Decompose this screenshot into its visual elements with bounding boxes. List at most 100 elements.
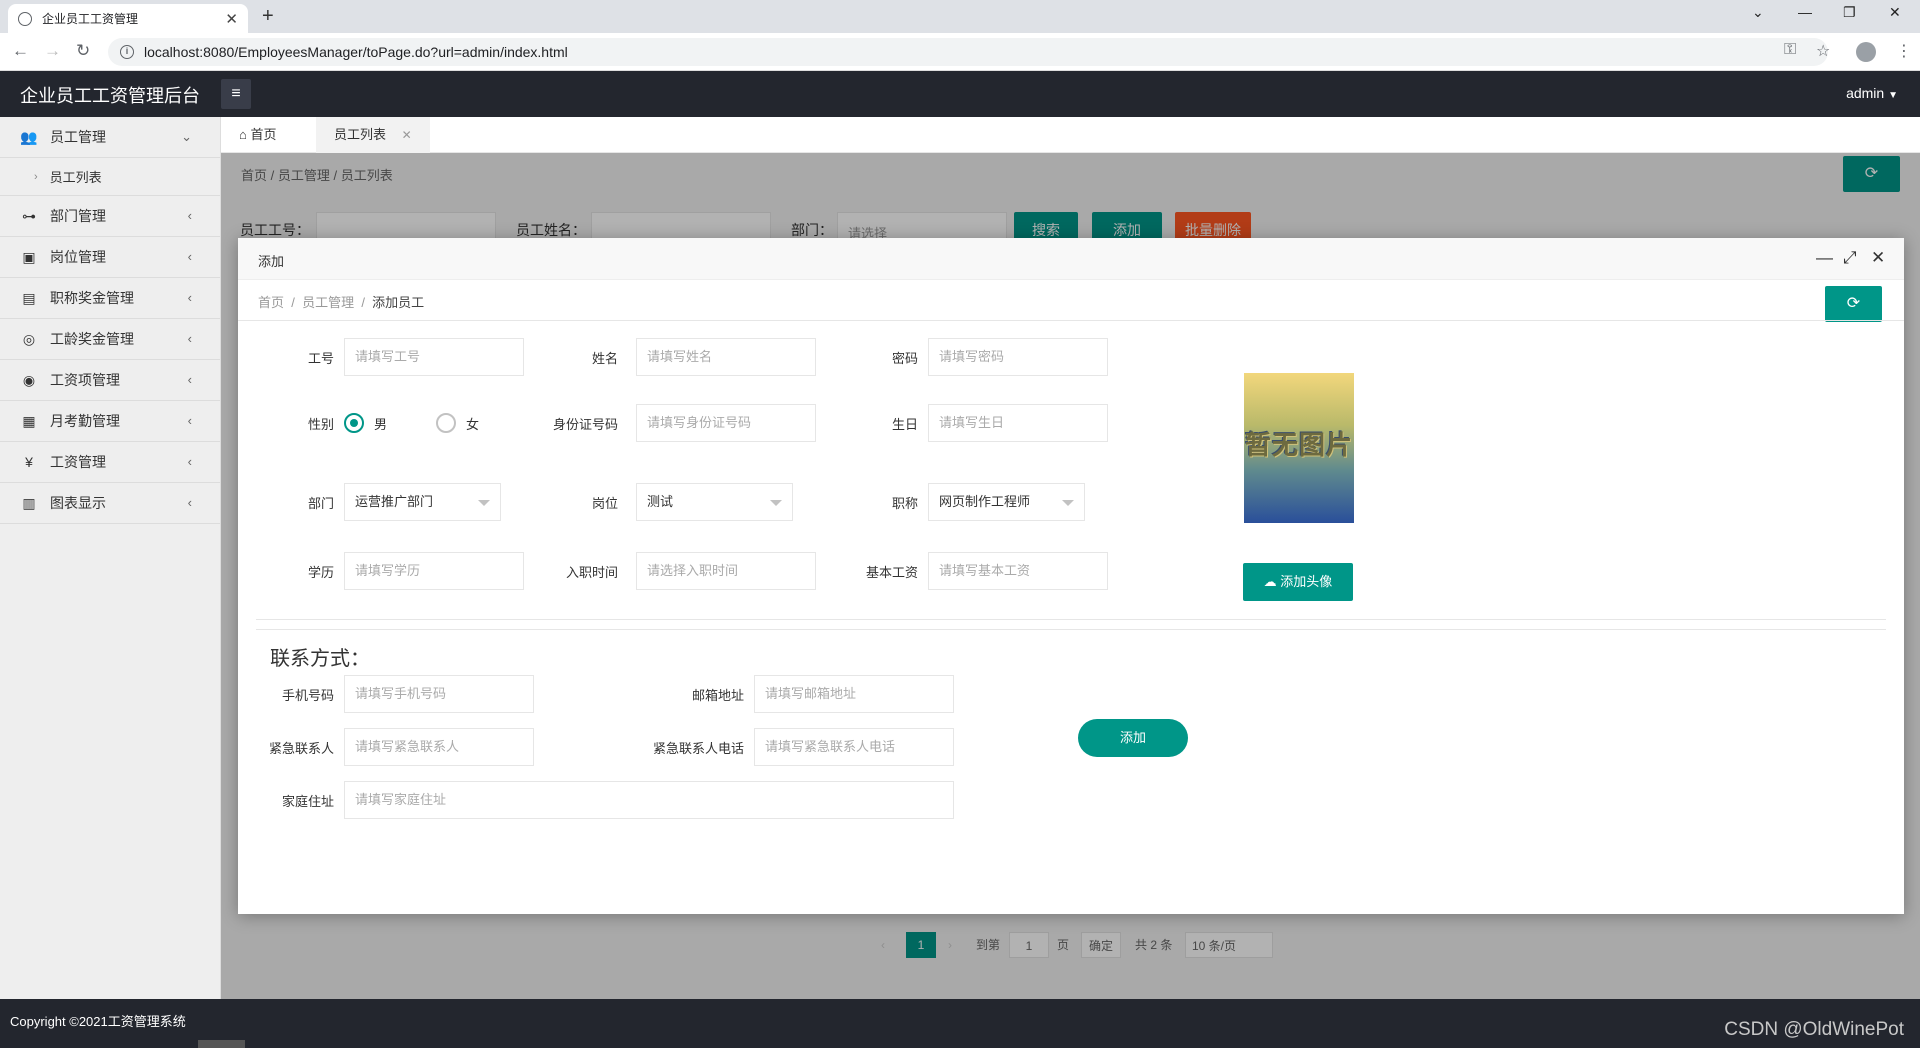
url-input[interactable]: i localhost:8080/EmployeesManager/toPage… — [108, 38, 1828, 66]
hire-date-label: 入职时间 — [565, 565, 618, 580]
hamburger-menu-icon[interactable]: ≡ — [221, 79, 251, 109]
sidebar-item-seniority-bonus[interactable]: ◎ 工龄奖金管理 ‹ — [0, 319, 220, 360]
sidebar-item-label: 岗位管理 — [50, 249, 106, 265]
close-icon[interactable]: ✕ — [1871, 248, 1885, 268]
title-select-value: 网页制作工程师 — [939, 494, 1031, 509]
bar-chart-icon: ▥ — [22, 494, 36, 511]
maximize-icon[interactable]: ⤢ — [1843, 248, 1857, 268]
gender-female-radio[interactable]: 女 — [436, 413, 479, 433]
sidebar-item-employee[interactable]: 👥 员工管理 ⌄ — [0, 117, 220, 158]
browser-tab[interactable]: 企业员工工资管理 ✕ — [8, 4, 248, 33]
reload-icon[interactable]: ↻ — [76, 41, 90, 61]
watermark: CSDN @OldWinePot — [1724, 1019, 1904, 1040]
caret-down-icon — [1062, 500, 1074, 506]
restore-icon[interactable]: ❐ — [1843, 4, 1856, 21]
chevron-left-icon: ‹ — [187, 413, 192, 428]
new-tab-icon[interactable]: + — [262, 5, 274, 28]
window-close-icon[interactable]: ✕ — [1889, 4, 1901, 21]
radio-checked-icon — [344, 413, 364, 433]
page-tabs: ⌂ 首页 员工列表 ✕ — [221, 117, 1920, 153]
sidebar-item-salary[interactable]: ¥ 工资管理 ‹ — [0, 442, 220, 483]
title-select[interactable]: 网页制作工程师 — [928, 483, 1085, 521]
coin-icon: ◉ — [22, 371, 36, 388]
browser-tab-strip: 企业员工工资管理 ✕ + ⌄ — ❐ ✕ — [0, 0, 1920, 33]
modal-header: 添加 — ⤢ ✕ — [238, 238, 1904, 280]
user-group-icon: 👥 — [20, 128, 38, 145]
browser-menu-icon[interactable]: ⋮ — [1896, 41, 1912, 61]
education-input[interactable]: 请填写学历 — [344, 552, 524, 590]
browser-tab-title: 企业员工工资管理 — [42, 12, 139, 26]
breadcrumb-item[interactable]: 员工管理 — [302, 295, 354, 310]
site-info-icon[interactable]: i — [120, 45, 134, 59]
contact-section-title: 联系方式： — [270, 648, 370, 670]
birthday-input[interactable]: 请填写生日 — [928, 404, 1108, 442]
avatar-placeholder-text: 暂无图片 — [1244, 430, 1353, 460]
bookmark-star-icon[interactable]: ☆ — [1816, 41, 1830, 61]
chevron-down-icon: ⌄ — [181, 129, 192, 144]
avatar-preview: 暂无图片 — [1244, 373, 1354, 523]
emergency-contact-input[interactable]: 请填写紧急联系人 — [344, 728, 534, 766]
money-icon: ¥ — [25, 454, 33, 470]
id-card-input[interactable]: 请填写身份证号码 — [636, 404, 816, 442]
minimize-icon[interactable]: — — [1816, 248, 1833, 268]
caret-down-icon — [770, 500, 782, 506]
sidebar-item-post[interactable]: ▣ 岗位管理 ‹ — [0, 237, 220, 278]
base-salary-input[interactable]: 请填写基本工资 — [928, 552, 1108, 590]
tab-search-icon[interactable]: ⌄ — [1752, 4, 1764, 21]
copyright: Copyright ©2021工资管理系统 — [10, 1014, 186, 1029]
sidebar-item-charts[interactable]: ▥ 图表显示 ‹ — [0, 483, 220, 524]
sidebar-item-label: 职称奖金管理 — [50, 290, 134, 306]
close-icon[interactable]: ✕ — [402, 128, 412, 142]
gender-male-radio[interactable]: 男 — [344, 413, 387, 433]
profile-avatar-icon[interactable] — [1856, 42, 1876, 62]
sidebar-subitem-employee-list[interactable]: › 员工列表 — [0, 158, 220, 196]
email-input[interactable]: 请填写邮箱地址 — [754, 675, 954, 713]
phone-input[interactable]: 请填写手机号码 — [344, 675, 534, 713]
key-icon[interactable]: ⚿ — [1784, 41, 1796, 59]
upload-avatar-label: 添加头像 — [1280, 574, 1333, 589]
back-icon[interactable]: ← — [12, 41, 29, 61]
sidebar-item-department[interactable]: ⊶ 部门管理 ‹ — [0, 196, 220, 237]
tab-home[interactable]: ⌂ 首页 — [221, 117, 295, 153]
name-input[interactable]: 请填写姓名 — [636, 338, 816, 376]
horizontal-scrollbar[interactable] — [198, 1040, 245, 1048]
home-icon: ⌂ — [239, 127, 247, 142]
tab-employee-list[interactable]: 员工列表 ✕ — [316, 117, 430, 153]
emp-no-input[interactable]: 请填写工号 — [344, 338, 524, 376]
password-input[interactable]: 请填写密码 — [928, 338, 1108, 376]
close-tab-icon[interactable]: ✕ — [225, 10, 238, 28]
tab-label: 员工列表 — [334, 127, 387, 142]
hire-date-input[interactable]: 请选择入职时间 — [636, 552, 816, 590]
address-input[interactable]: 请填写家庭住址 — [344, 781, 954, 819]
footer: Copyright ©2021工资管理系统 CSDN @OldWinePot — [0, 999, 1920, 1048]
refresh-button[interactable]: ⟳ — [1825, 286, 1882, 322]
password-label: 密码 — [891, 351, 918, 366]
org-chart-icon: ⊶ — [22, 207, 36, 224]
submit-add-button[interactable]: 添加 — [1078, 719, 1188, 757]
emergency-contact-label: 紧急联系人 — [268, 741, 334, 756]
minimize-icon[interactable]: — — [1798, 4, 1812, 20]
sidebar-item-label: 工资项管理 — [50, 372, 120, 388]
post-select[interactable]: 测试 — [636, 483, 793, 521]
sidebar: 👥 员工管理 ⌄ › 员工列表 ⊶ 部门管理 ‹ ▣ 岗位管理 ‹ ▤ 职称奖金… — [0, 117, 221, 999]
caret-down-icon: ▼ — [1888, 90, 1898, 101]
emergency-phone-input[interactable]: 请填写紧急联系人电话 — [754, 728, 954, 766]
upload-avatar-button[interactable]: ☁ 添加头像 — [1243, 563, 1353, 601]
chevron-left-icon: ‹ — [187, 208, 192, 223]
sidebar-item-title-bonus[interactable]: ▤ 职称奖金管理 ‹ — [0, 278, 220, 319]
post-select-value: 测试 — [647, 494, 674, 509]
base-salary-label: 基本工资 — [865, 565, 918, 580]
forward-icon[interactable]: → — [44, 41, 61, 61]
url-text: localhost:8080/EmployeesManager/toPage.d… — [144, 44, 568, 60]
sidebar-item-attendance[interactable]: ▦ 月考勤管理 ‹ — [0, 401, 220, 442]
id-card-label: 身份证号码 — [552, 417, 618, 432]
add-employee-modal: 添加 — ⤢ ✕ 首页 / 员工管理 / 添加员工 ⟳ 工号 请填写工号 姓名 … — [238, 238, 1904, 914]
address-bar-row: ← → ↻ i localhost:8080/EmployeesManager/… — [0, 33, 1920, 71]
user-menu[interactable]: admin ▼ — [1846, 85, 1898, 101]
dept-select[interactable]: 运营推广部门 — [344, 483, 501, 521]
calendar-icon: ▦ — [22, 412, 36, 429]
address-label: 家庭住址 — [281, 794, 334, 809]
chevron-left-icon: ‹ — [187, 331, 192, 346]
breadcrumb-item[interactable]: 首页 — [258, 295, 284, 310]
sidebar-item-salary-items[interactable]: ◉ 工资项管理 ‹ — [0, 360, 220, 401]
